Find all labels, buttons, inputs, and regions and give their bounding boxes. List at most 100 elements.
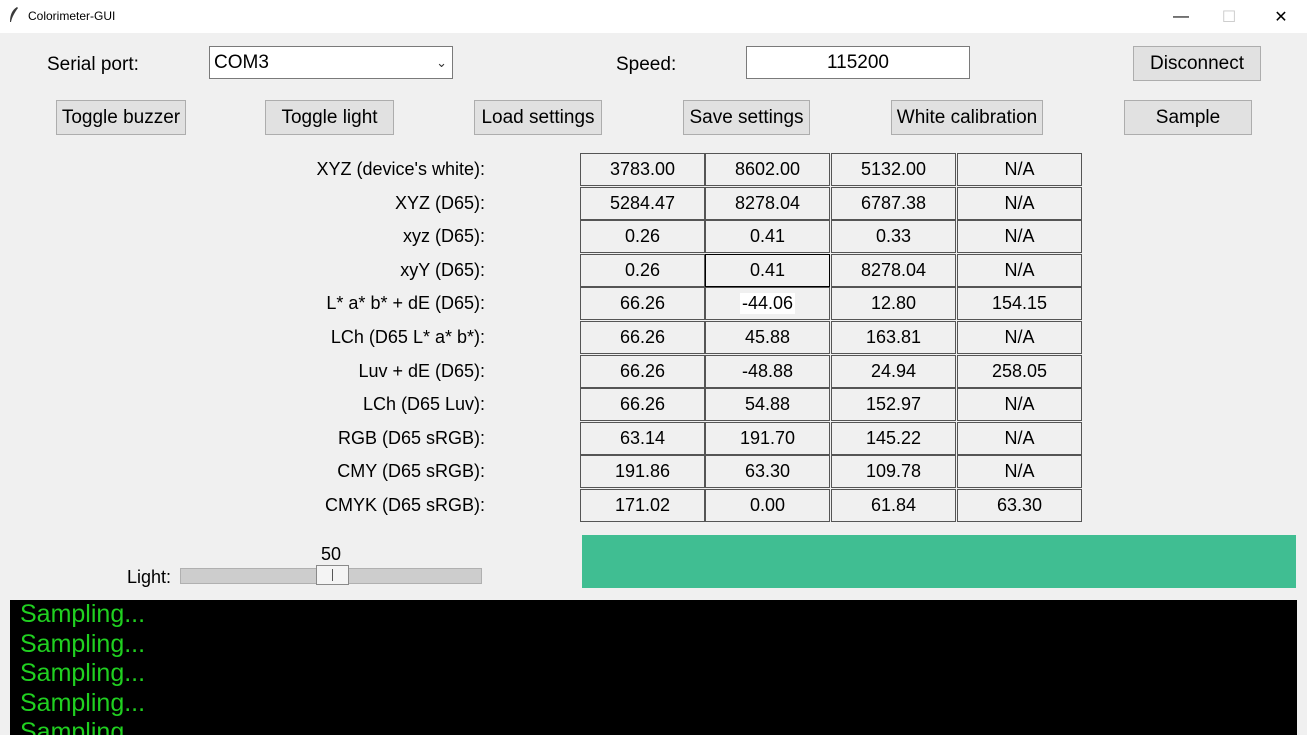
- grid-cell[interactable]: N/A: [957, 388, 1082, 421]
- light-label: Light:: [127, 567, 172, 587]
- console-line: Sampling...: [20, 629, 146, 658]
- grid-cell-value: 63.14: [619, 428, 666, 448]
- close-button[interactable]: ✕: [1258, 0, 1304, 33]
- grid-cell[interactable]: 8602.00: [705, 153, 830, 186]
- grid-cell-value: 154.15: [991, 293, 1048, 313]
- title-bar: Colorimeter-GUI — ☐ ✕: [0, 0, 1307, 33]
- speed-input[interactable]: 115200: [746, 46, 970, 79]
- grid-cell[interactable]: 171.02: [580, 489, 705, 522]
- grid-cell[interactable]: N/A: [957, 153, 1082, 186]
- grid-cell[interactable]: 0.00: [705, 489, 830, 522]
- serial-port-select[interactable]: COM3 ⌄: [209, 46, 453, 79]
- grid-cell[interactable]: 191.86: [580, 455, 705, 488]
- grid-cell[interactable]: 6787.38: [831, 187, 956, 220]
- grid-cell-value: -44.06: [739, 293, 796, 314]
- grid-cell-value: N/A: [1004, 394, 1035, 414]
- grid-row-label: LCh (D65 L* a* b*):: [330, 327, 485, 347]
- grid-cell[interactable]: 163.81: [831, 321, 956, 354]
- grid-cell[interactable]: N/A: [957, 220, 1082, 253]
- minimize-button[interactable]: —: [1158, 0, 1204, 33]
- grid-cell-value: 61.84: [870, 495, 917, 515]
- sample-button[interactable]: Sample: [1124, 100, 1252, 135]
- grid-cell[interactable]: -44.06: [705, 287, 830, 320]
- grid-cell-value: N/A: [1004, 428, 1035, 448]
- serial-port-value: COM3: [214, 52, 269, 73]
- grid-cell-value: 24.94: [870, 361, 917, 381]
- log-console[interactable]: Sampling... Sampling... Sampling... Samplin…: [10, 600, 1297, 735]
- grid-cell[interactable]: 0.41: [705, 254, 830, 287]
- grid-cell-value: 191.86: [614, 461, 671, 481]
- grid-cell[interactable]: 66.26: [580, 321, 705, 354]
- grid-row-label: Luv + dE (D65):: [358, 361, 485, 381]
- grid-cell[interactable]: 191.70: [705, 422, 830, 455]
- grid-cell[interactable]: 154.15: [957, 287, 1082, 320]
- grid-cell-value: N/A: [1004, 461, 1035, 481]
- grid-cell-value: 8278.04: [734, 193, 801, 213]
- grid-cell-value: 5132.00: [860, 159, 927, 179]
- toggle-light-button[interactable]: Toggle light: [265, 100, 394, 135]
- grid-cell[interactable]: -48.88: [705, 355, 830, 388]
- grid-cell[interactable]: 5132.00: [831, 153, 956, 186]
- grid-cell[interactable]: 109.78: [831, 455, 956, 488]
- grid-cell[interactable]: 8278.04: [705, 187, 830, 220]
- grid-cell-value: 3783.00: [609, 159, 676, 179]
- grid-cell[interactable]: 0.33: [831, 220, 956, 253]
- grid-cell[interactable]: 12.80: [831, 287, 956, 320]
- grid-cell[interactable]: 145.22: [831, 422, 956, 455]
- disconnect-button[interactable]: Disconnect: [1133, 46, 1261, 81]
- grid-cell[interactable]: 66.26: [580, 287, 705, 320]
- grid-cell[interactable]: 54.88: [705, 388, 830, 421]
- toggle-buzzer-button[interactable]: Toggle buzzer: [56, 100, 186, 135]
- grid-cell-value: 171.02: [614, 495, 671, 515]
- grid-cell-value: N/A: [1004, 159, 1035, 179]
- grid-cell-value: N/A: [1004, 260, 1035, 280]
- light-slider-thumb[interactable]: [316, 565, 349, 585]
- grid-cell[interactable]: 66.26: [580, 355, 705, 388]
- window-title: Colorimeter-GUI: [28, 9, 116, 23]
- grid-cell[interactable]: 0.41: [705, 220, 830, 253]
- grid-cell-value: 0.33: [875, 226, 912, 246]
- speed-label: Speed:: [616, 54, 677, 75]
- grid-cell[interactable]: 45.88: [705, 321, 830, 354]
- maximize-button[interactable]: ☐: [1206, 0, 1252, 33]
- grid-cell-value: N/A: [1004, 226, 1035, 246]
- grid-cell-value: 191.70: [739, 428, 796, 448]
- chevron-down-icon[interactable]: ⌄: [436, 55, 447, 71]
- grid-cell[interactable]: 5284.47: [580, 187, 705, 220]
- grid-row-label: L* a* b* + dE (D65):: [326, 293, 485, 313]
- grid-cell-value: 0.26: [624, 226, 661, 246]
- grid-cell[interactable]: 66.26: [580, 388, 705, 421]
- load-settings-button[interactable]: Load settings: [474, 100, 602, 135]
- grid-cell-value: 66.26: [619, 361, 666, 381]
- grid-row-label: LCh (D65 Luv):: [362, 394, 485, 414]
- grid-cell[interactable]: N/A: [957, 254, 1082, 287]
- grid-cell[interactable]: N/A: [957, 422, 1082, 455]
- grid-cell[interactable]: 3783.00: [580, 153, 705, 186]
- grid-cell[interactable]: 0.26: [580, 220, 705, 253]
- console-line: Sampling...: [20, 718, 146, 735]
- grid-row-label: RGB (D65 sRGB):: [337, 428, 485, 448]
- grid-cell[interactable]: 63.14: [580, 422, 705, 455]
- grid-cell[interactable]: 63.30: [957, 489, 1082, 522]
- grid-cell[interactable]: 61.84: [831, 489, 956, 522]
- grid-cell-value: 163.81: [865, 327, 922, 347]
- grid-cell-value: 66.26: [619, 327, 666, 347]
- white-calibration-button[interactable]: White calibration: [891, 100, 1043, 135]
- grid-row-label: xyY (D65):: [400, 260, 485, 280]
- grid-cell-value: 54.88: [744, 394, 791, 414]
- grid-cell[interactable]: N/A: [957, 187, 1082, 220]
- grid-cell[interactable]: 8278.04: [831, 254, 956, 287]
- grid-cell[interactable]: 63.30: [705, 455, 830, 488]
- grid-cell[interactable]: 258.05: [957, 355, 1082, 388]
- grid-cell[interactable]: N/A: [957, 321, 1082, 354]
- grid-cell[interactable]: 24.94: [831, 355, 956, 388]
- grid-row-label: xyz (D65):: [402, 226, 485, 246]
- grid-cell[interactable]: N/A: [957, 455, 1082, 488]
- console-line: Sampling...: [20, 688, 146, 717]
- save-settings-button[interactable]: Save settings: [683, 100, 810, 135]
- grid-cell[interactable]: 0.26: [580, 254, 705, 287]
- grid-cell-value: 145.22: [865, 428, 922, 448]
- grid-cell[interactable]: 152.97: [831, 388, 956, 421]
- grid-cell-value: 66.26: [619, 293, 666, 313]
- serial-port-label: Serial port:: [47, 54, 139, 75]
